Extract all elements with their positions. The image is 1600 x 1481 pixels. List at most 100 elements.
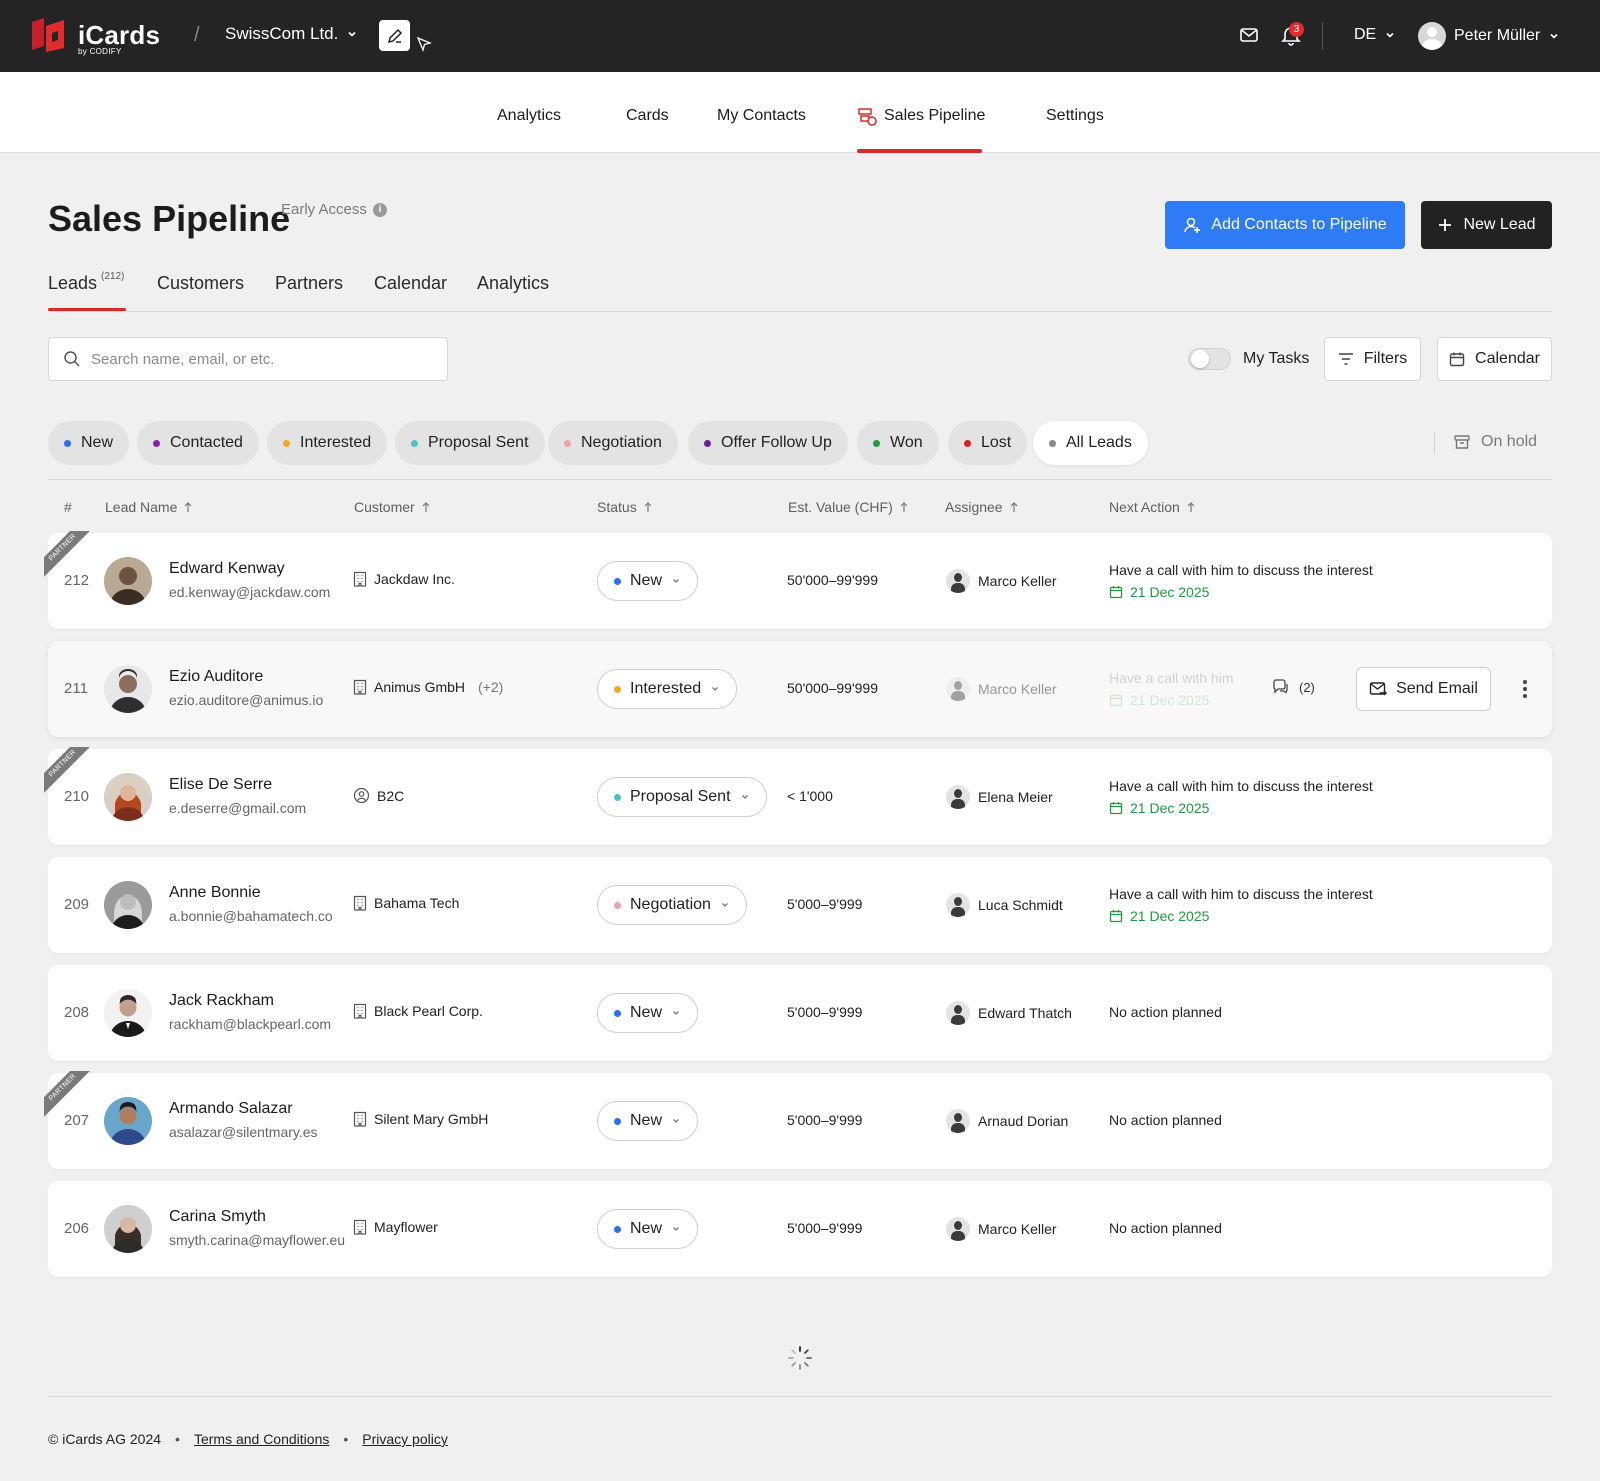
lead-name[interactable]: Carina Smyth bbox=[169, 1208, 266, 1226]
tab-customers[interactable]: Customers bbox=[157, 273, 244, 294]
calendar-icon bbox=[1449, 351, 1465, 367]
nav-settings[interactable]: Settings bbox=[1046, 107, 1104, 125]
status-dropdown[interactable]: Negotiation bbox=[597, 885, 747, 925]
chip-new[interactable]: New bbox=[48, 421, 130, 465]
send-email-button[interactable]: Send Email bbox=[1356, 667, 1491, 711]
status-dropdown[interactable]: Interested bbox=[597, 669, 738, 709]
lead-name[interactable]: Jack Rackham bbox=[169, 992, 274, 1010]
nav-sales-pipeline[interactable]: Sales Pipeline bbox=[884, 107, 985, 125]
archive-icon bbox=[1453, 433, 1471, 451]
on-hold-button[interactable]: On hold bbox=[1453, 433, 1537, 451]
chip-negotiation[interactable]: Negotiation bbox=[548, 421, 678, 465]
lead-name[interactable]: Edward Kenway bbox=[169, 560, 285, 578]
status-dot bbox=[704, 439, 711, 447]
assignee-cell[interactable]: Elena Meier bbox=[946, 785, 1053, 809]
customer-name: Black Pearl Corp. bbox=[374, 1003, 483, 1019]
column-header-status[interactable]: Status bbox=[597, 499, 653, 515]
status-dropdown[interactable]: New bbox=[597, 1209, 699, 1249]
add-contacts-to-pipeline-button[interactable]: Add Contacts to Pipeline bbox=[1165, 201, 1405, 249]
lead-name[interactable]: Ezio Auditore bbox=[169, 668, 263, 686]
status-dropdown[interactable]: New bbox=[597, 993, 699, 1033]
assignee-cell[interactable]: Edward Thatch bbox=[946, 1001, 1072, 1025]
nav-my-contacts[interactable]: My Contacts bbox=[717, 107, 806, 125]
chevron-down-icon bbox=[720, 900, 730, 910]
table-row[interactable]: PARTNER 210 Elise De Serre e.deserre@gma… bbox=[44, 747, 1552, 845]
assignee-cell[interactable]: Marco Keller bbox=[946, 677, 1057, 701]
table-row[interactable]: PARTNER 207 Armando Salazar asalazar@sil… bbox=[44, 1071, 1552, 1169]
lead-name[interactable]: Elise De Serre bbox=[169, 776, 272, 794]
calendar-button[interactable]: Calendar bbox=[1437, 337, 1552, 381]
mail-icon[interactable] bbox=[1239, 26, 1259, 44]
chip-label: Proposal Sent bbox=[428, 434, 529, 451]
company-switcher[interactable]: SwissCom Ltd. bbox=[225, 24, 358, 44]
column-header-est-value[interactable]: Est. Value (CHF) bbox=[788, 499, 909, 515]
chip-contacted[interactable]: Contacted bbox=[137, 421, 259, 465]
assignee-cell[interactable]: Arnaud Dorian bbox=[946, 1109, 1068, 1133]
building-icon bbox=[353, 571, 367, 587]
table-row[interactable]: 206 Carina Smyth smyth.carina@mayflower.… bbox=[48, 1181, 1552, 1277]
customer-cell[interactable]: Silent Mary GmbH bbox=[353, 1111, 488, 1127]
status-dropdown[interactable]: New bbox=[597, 1101, 699, 1141]
customer-cell[interactable]: Black Pearl Corp. bbox=[353, 1003, 483, 1019]
language-selector[interactable]: DE bbox=[1354, 26, 1396, 44]
status-label: Proposal Sent bbox=[630, 788, 731, 805]
assignee-cell[interactable]: Marco Keller bbox=[946, 569, 1057, 593]
assignee-cell[interactable]: Marco Keller bbox=[946, 1217, 1057, 1241]
lead-name[interactable]: Anne Bonnie bbox=[169, 884, 261, 902]
customer-more-count[interactable]: (+2) bbox=[478, 679, 503, 695]
assignee-cell[interactable]: Luca Schmidt bbox=[946, 893, 1063, 917]
new-lead-button[interactable]: New Lead bbox=[1421, 201, 1552, 249]
lead-name[interactable]: Armando Salazar bbox=[169, 1100, 293, 1118]
chip-offer-follow-up[interactable]: Offer Follow Up bbox=[688, 421, 848, 465]
est-value: 5'000–9'999 bbox=[787, 1004, 863, 1020]
nav-cards[interactable]: Cards bbox=[626, 107, 669, 125]
comments-button[interactable]: (2) bbox=[1272, 679, 1315, 695]
filters-button[interactable]: Filters bbox=[1324, 337, 1421, 381]
customer-cell[interactable]: Mayflower bbox=[353, 1219, 438, 1235]
chip-interested[interactable]: Interested bbox=[267, 421, 388, 465]
chip-proposal-sent[interactable]: Proposal Sent bbox=[395, 421, 545, 465]
partner-ribbon-label: PARTNER bbox=[44, 531, 90, 577]
customer-cell[interactable]: Animus GmbH (+2) bbox=[353, 679, 503, 695]
sort-up-icon bbox=[183, 501, 193, 513]
tab-leads[interactable]: Leads (212) bbox=[48, 271, 125, 294]
column-header-lead-name[interactable]: Lead Name bbox=[105, 499, 193, 515]
building-icon bbox=[353, 679, 367, 695]
tab-partners[interactable]: Partners bbox=[275, 273, 343, 294]
chip-won[interactable]: Won bbox=[857, 421, 939, 465]
next-action-text: No action planned bbox=[1109, 1004, 1222, 1020]
my-tasks-toggle[interactable] bbox=[1188, 348, 1231, 370]
user-menu[interactable]: Peter Müller bbox=[1418, 22, 1560, 50]
comment-icon bbox=[1272, 679, 1290, 695]
customer-name: B2C bbox=[377, 787, 405, 804]
tab-analytics[interactable]: Analytics bbox=[477, 273, 549, 294]
customer-cell[interactable]: Bahama Tech bbox=[353, 895, 459, 911]
terms-link[interactable]: Terms and Conditions bbox=[194, 1431, 329, 1447]
tab-calendar[interactable]: Calendar bbox=[374, 273, 447, 294]
column-header-assignee[interactable]: Assignee bbox=[945, 499, 1019, 515]
privacy-link[interactable]: Privacy policy bbox=[362, 1431, 448, 1447]
customer-cell[interactable]: Jackdaw Inc. bbox=[353, 571, 455, 587]
more-options-icon[interactable] bbox=[1518, 677, 1532, 701]
column-header-next-action[interactable]: Next Action bbox=[1109, 499, 1196, 515]
table-row[interactable]: PARTNER 212 Edward Kenway ed.kenway@jack… bbox=[44, 531, 1552, 629]
edit-button[interactable] bbox=[379, 20, 410, 51]
chip-all-leads[interactable]: All Leads bbox=[1033, 421, 1148, 465]
search-input[interactable] bbox=[91, 350, 421, 368]
info-icon[interactable]: i bbox=[372, 202, 387, 217]
chip-lost[interactable]: Lost bbox=[948, 421, 1028, 465]
status-dropdown[interactable]: Proposal Sent bbox=[597, 777, 767, 817]
table-row[interactable]: 211 Ezio Auditore ezio.auditore@animus.i… bbox=[48, 641, 1552, 737]
chip-label: All Leads bbox=[1066, 434, 1132, 451]
status-dropdown[interactable]: New bbox=[597, 561, 699, 601]
on-hold-divider bbox=[1434, 432, 1435, 454]
nav-analytics[interactable]: Analytics bbox=[497, 107, 561, 125]
table-row[interactable]: 209 Anne Bonnie a.bonnie@bahamatech.co B… bbox=[48, 857, 1552, 953]
table-row[interactable]: 208 Jack Rackham rackham@blackpearl.com … bbox=[48, 965, 1552, 1061]
my-tasks-label: My Tasks bbox=[1243, 350, 1310, 367]
status-label: Interested bbox=[630, 680, 702, 697]
icards-logo[interactable]: iCards by CODIFY bbox=[30, 14, 166, 58]
customer-cell[interactable]: B2C bbox=[353, 787, 404, 804]
tab-leads-count: (212) bbox=[101, 271, 125, 282]
column-header-customer[interactable]: Customer bbox=[354, 499, 431, 515]
